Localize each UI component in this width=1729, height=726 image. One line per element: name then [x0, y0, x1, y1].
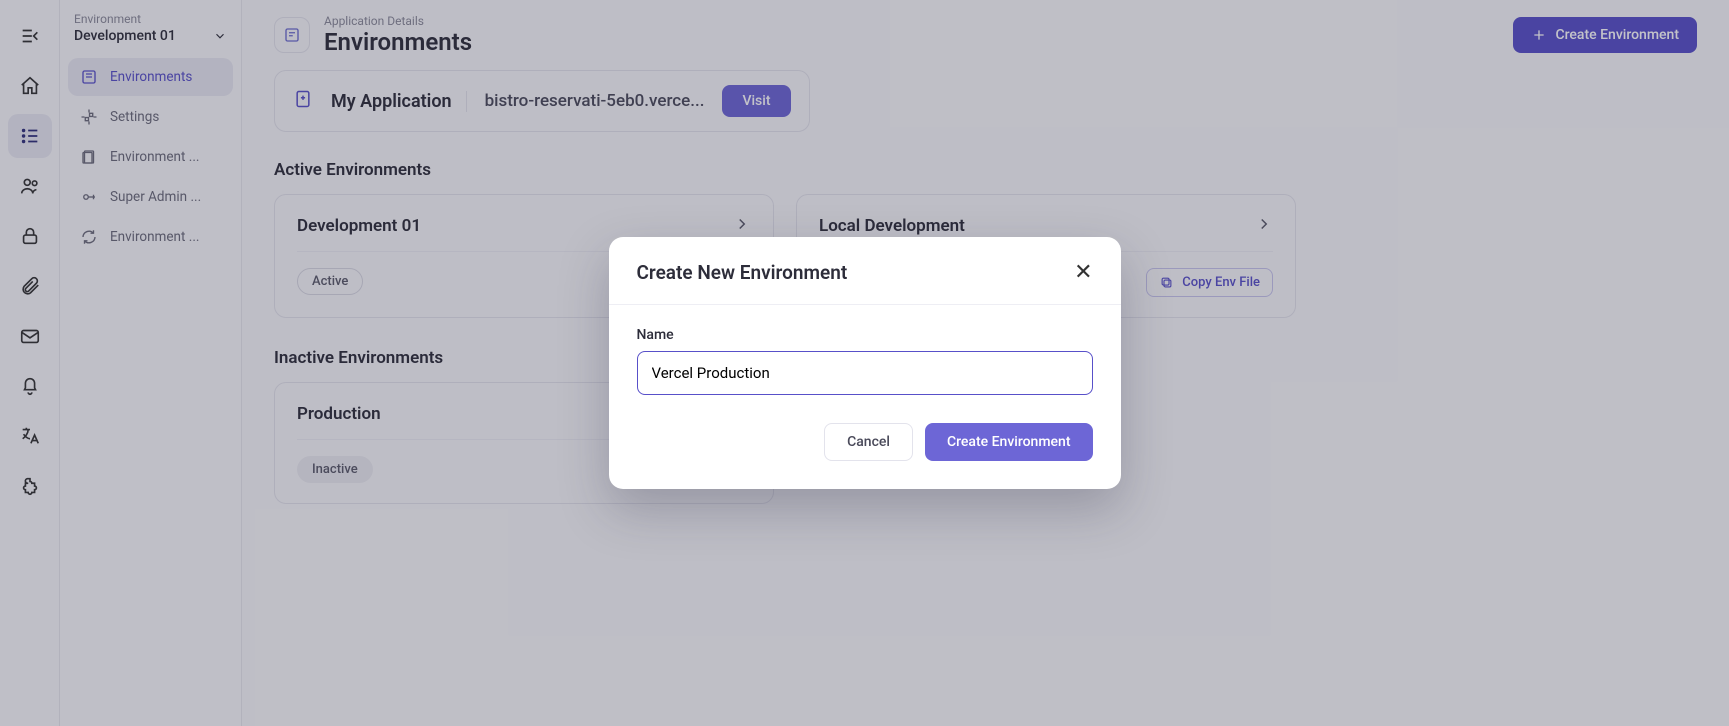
modal-overlay[interactable]: Create New Environment ✕ Name Cancel Cre…: [0, 0, 1729, 726]
create-environment-modal: Create New Environment ✕ Name Cancel Cre…: [609, 237, 1121, 489]
environment-name-input[interactable]: [637, 351, 1093, 395]
cancel-button[interactable]: Cancel: [824, 423, 913, 461]
close-icon[interactable]: ✕: [1074, 262, 1092, 284]
name-field-label: Name: [637, 327, 1093, 343]
submit-create-environment-button[interactable]: Create Environment: [925, 423, 1093, 461]
modal-title: Create New Environment: [637, 261, 848, 284]
